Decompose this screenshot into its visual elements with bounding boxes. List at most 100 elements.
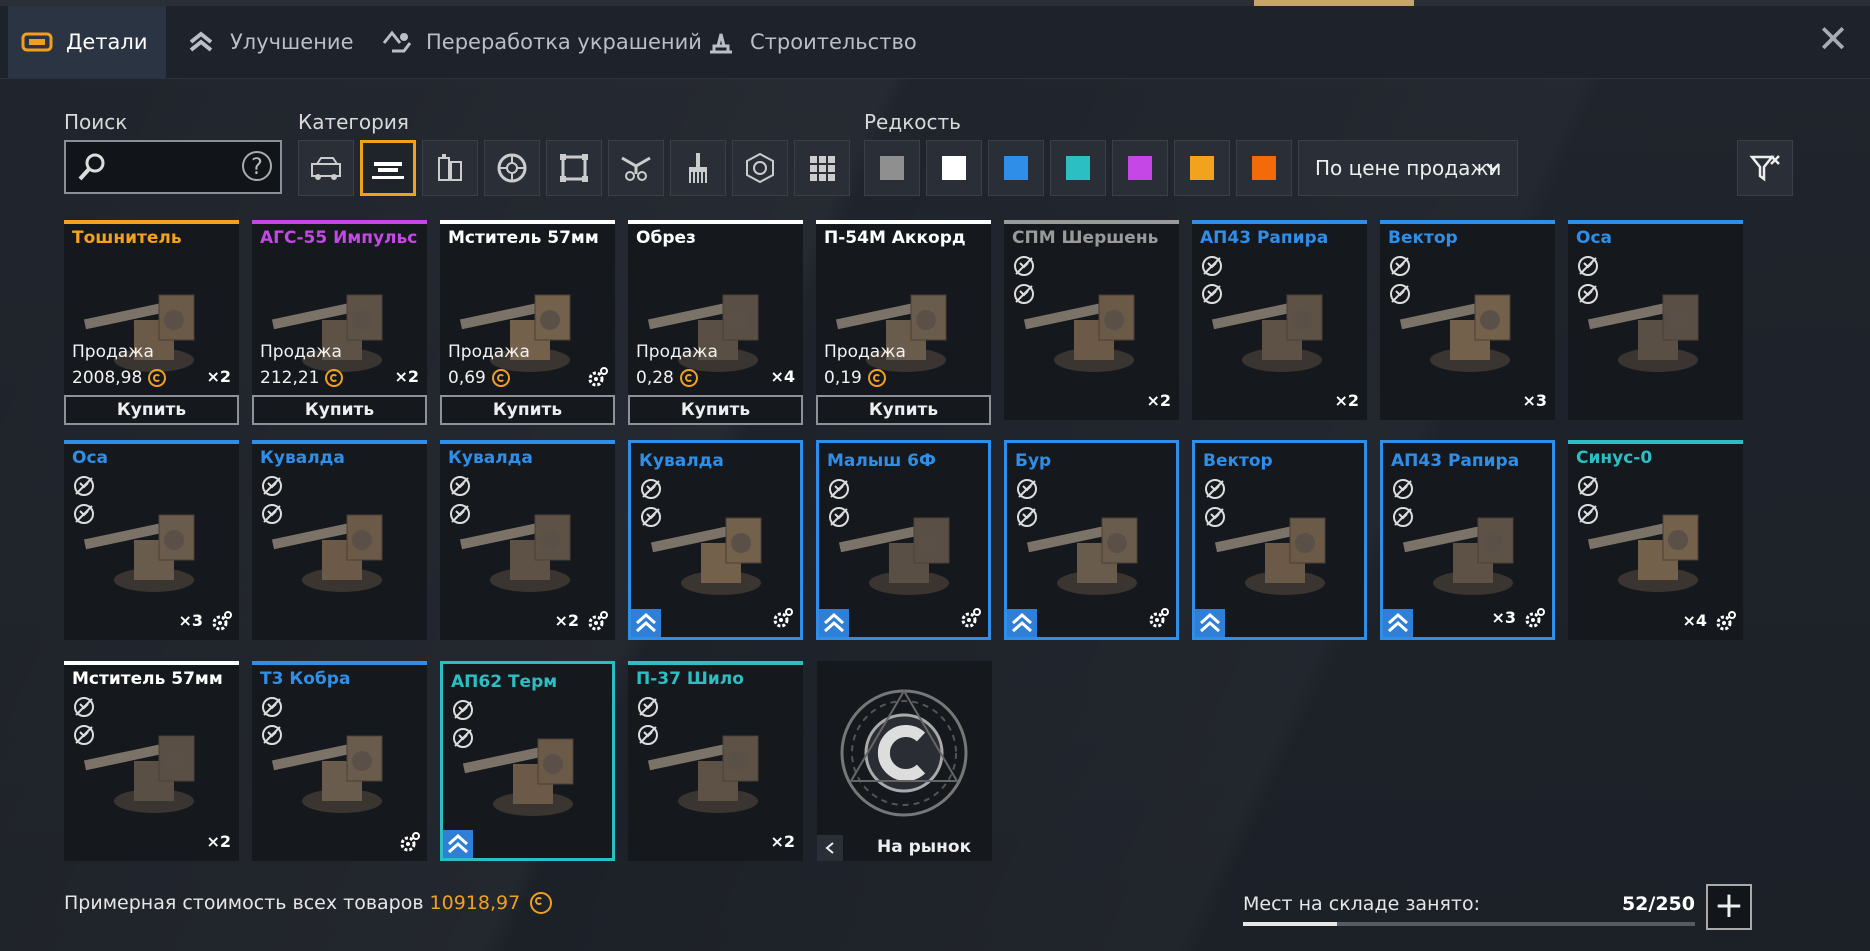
gear-icon [773,608,793,628]
sale-price: 0,69 [448,368,510,388]
tab-build[interactable]: Строительство [704,6,917,78]
rarity-legendary[interactable] [1174,140,1230,196]
category-cabin[interactable] [298,140,354,196]
category-all[interactable] [794,140,850,196]
weapon-image [1399,294,1511,372]
help-icon[interactable]: ? [242,151,272,181]
coin-icon [325,369,344,387]
item-card[interactable]: Синус-0 ×4 [1568,440,1743,640]
tab-upgrade[interactable]: Улучшение [184,6,354,78]
rarity-swatch [942,156,966,180]
sort-value: По цене продажи [1315,156,1502,180]
gear-icon [212,611,232,631]
rarity-special[interactable] [1050,140,1106,196]
item-card[interactable]: П-37 Шило ×2 [628,661,803,861]
coin-icon [679,369,698,387]
item-card[interactable]: Кувалда ×2 [440,440,615,640]
rarity-ordinary[interactable] [926,140,982,196]
item-name: Мститель 57мм [448,228,599,248]
item-card[interactable]: П-54М Аккорд Продажа 0,19 [816,220,991,396]
item-name: П-54М Аккорд [824,228,966,248]
item-name: Кувалда [448,448,533,468]
no-disassemble-icon [1205,507,1225,527]
search-input[interactable] [116,150,240,186]
category-module[interactable] [422,140,478,196]
market-tile[interactable]: На рынок [817,661,992,861]
no-trade-icon [829,479,849,499]
rarity-strip [252,220,427,224]
upgrade-rank-icon [819,609,849,637]
rarity-strip [1568,440,1743,444]
parts-icon [20,27,54,57]
item-quantity: ×4 [1682,611,1707,630]
sort-dropdown[interactable]: По цене продажи [1298,140,1518,196]
weapon-image [838,517,950,595]
item-card[interactable]: Т3 Кобра [252,661,427,861]
rarity-common[interactable] [864,140,920,196]
close-icon[interactable]: ✕ [1814,20,1852,58]
rarity-label: Редкость [864,110,961,134]
item-name: АП62 Терм [451,672,558,692]
rarity-strip [64,661,239,665]
category-paint[interactable] [670,140,726,196]
no-trade-icon [1017,479,1037,499]
wheel-icon [497,153,527,183]
item-card[interactable]: Оса ×3 [64,440,239,640]
tab-details[interactable]: Детали [8,6,166,78]
item-name: Оса [72,448,109,468]
category-resource[interactable] [732,140,788,196]
item-name: Мститель 57мм [72,669,223,689]
weapon-image [1587,294,1699,372]
item-name: СПМ Шершень [1012,228,1159,248]
gear-icon [588,367,608,387]
item-card[interactable]: АП62 Терм [440,661,615,861]
item-card[interactable]: СПМ Шершень ×2 [1004,220,1179,420]
item-name: Обрез [636,228,696,248]
item-card[interactable]: Оса [1568,220,1743,420]
tab-details-label: Детали [66,30,148,54]
weapon-image [647,294,759,372]
item-card[interactable]: Малыш 6Ф [816,440,991,640]
item-card[interactable]: Мститель 57мм ×2 [64,661,239,861]
category-decor[interactable] [608,140,664,196]
rarity-strip [440,220,615,224]
item-card[interactable]: Вектор [1192,440,1367,640]
weapon-image [1402,517,1514,595]
item-quantity: ×2 [1334,391,1359,410]
item-card[interactable]: Тошнитель Продажа 2008,98 ×2 [64,220,239,396]
category-wheel[interactable] [484,140,540,196]
rarity-rare[interactable] [988,140,1044,196]
buy-button[interactable]: Купить [440,395,615,425]
category-weapon[interactable] [360,140,416,196]
item-card[interactable]: Кувалда [628,440,803,640]
category-frame[interactable] [546,140,602,196]
item-card[interactable]: АП43 Рапира ×3 [1380,440,1555,640]
weapon-image [83,294,195,372]
price-value: 0,19 [824,368,862,388]
item-card[interactable]: Бур [1004,440,1179,640]
back-arrow-icon[interactable] [817,835,843,861]
item-card[interactable]: АГС-55 Импульс Продажа 212,21 ×2 [252,220,427,396]
no-trade-icon [641,479,661,499]
expand-storage-button[interactable]: + [1706,884,1752,930]
item-name: АГС-55 Импульс [260,228,418,248]
tab-recycle[interactable]: Переработка украшений [380,6,702,78]
item-name: Вектор [1203,451,1273,471]
gear-icon [1149,608,1169,628]
buy-button[interactable]: Купить [816,395,991,425]
rarity-relic[interactable] [1236,140,1292,196]
rarity-epic[interactable] [1112,140,1168,196]
rarity-strip [1568,220,1743,224]
item-card[interactable]: Кувалда [252,440,427,640]
no-trade-icon [638,697,658,717]
item-card[interactable]: Мститель 57мм Продажа 0,69 [440,220,615,396]
item-card[interactable]: Обрез Продажа 0,28 ×4 [628,220,803,396]
buy-button[interactable]: Купить [64,395,239,425]
no-trade-icon [1390,256,1410,276]
weapon-icon [372,162,404,179]
item-card[interactable]: АП43 Рапира ×2 [1192,220,1367,420]
reset-filter-button[interactable] [1737,140,1793,196]
buy-button[interactable]: Купить [252,395,427,425]
item-card[interactable]: Вектор ×3 [1380,220,1555,420]
buy-button[interactable]: Купить [628,395,803,425]
